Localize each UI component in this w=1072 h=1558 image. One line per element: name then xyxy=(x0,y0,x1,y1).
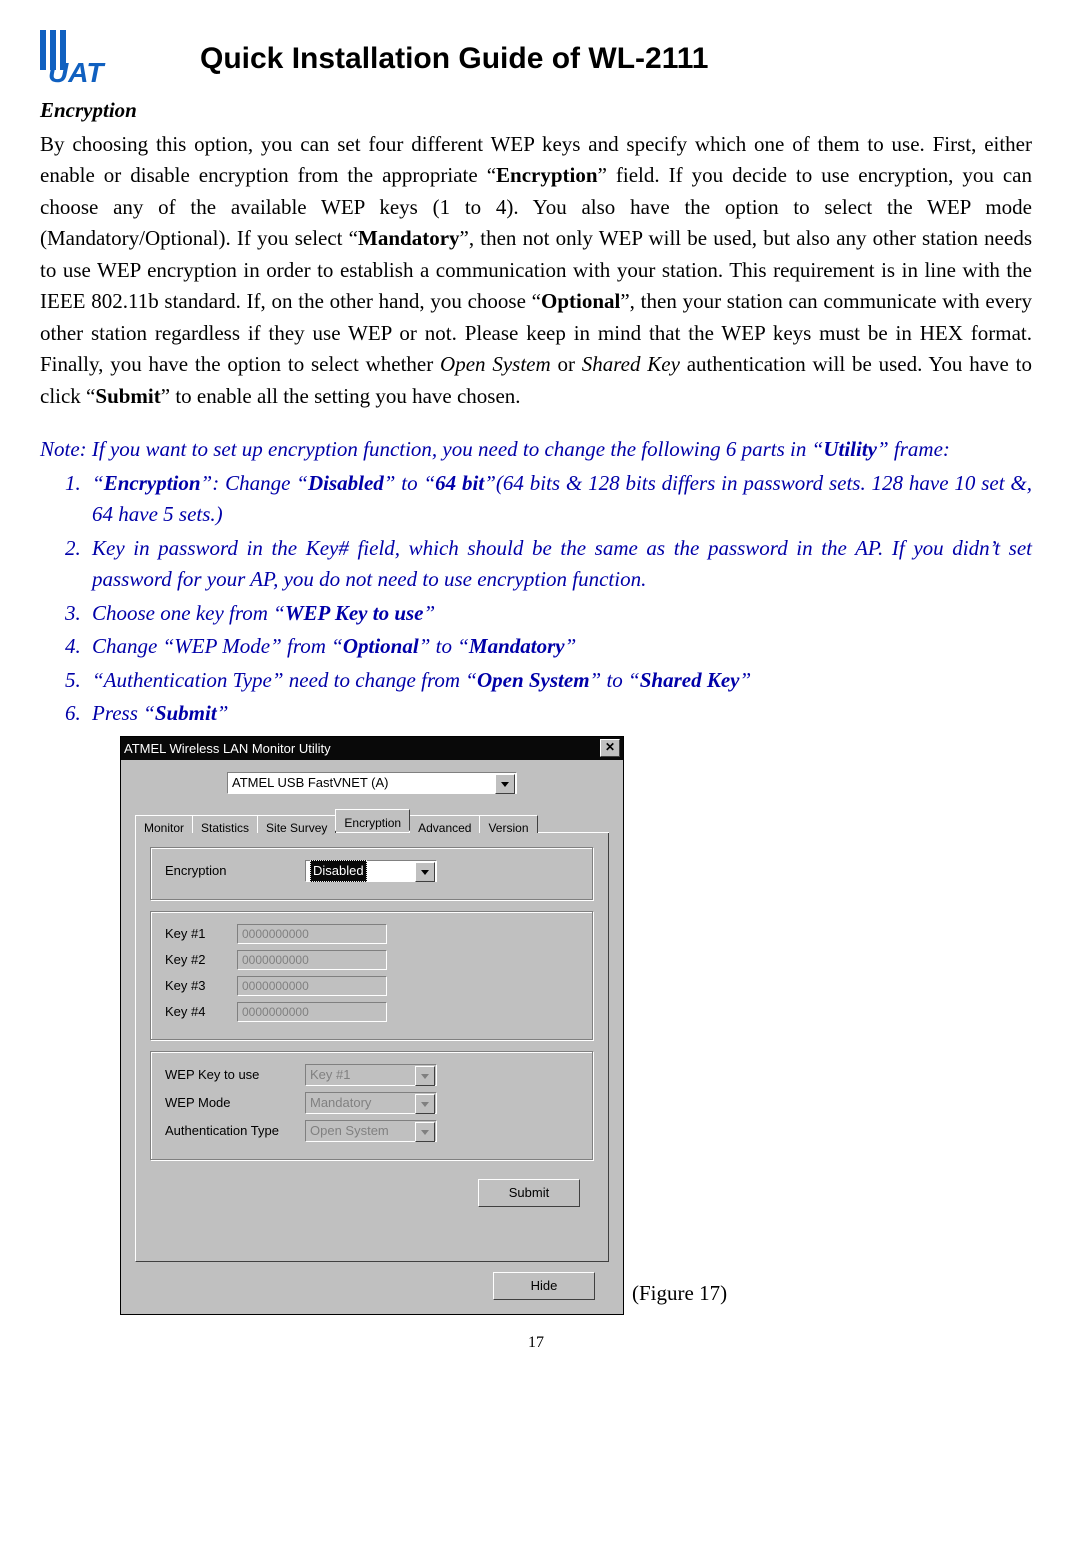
dialog-titlebar[interactable]: ATMEL Wireless LAN Monitor Utility ✕ xyxy=(121,737,623,761)
group-encryption: Encryption Disabled xyxy=(150,847,594,901)
note-item-2: Key in password in the Key# field, which… xyxy=(86,533,1032,596)
document-title: Quick Installation Guide of WL-2111 xyxy=(200,36,708,81)
para-text: or xyxy=(551,352,582,376)
note-list: “Encryption”: Change “Disabled” to “64 b… xyxy=(40,468,1032,730)
tab-version[interactable]: Version xyxy=(479,815,537,833)
encryption-select[interactable]: Disabled xyxy=(305,860,437,882)
key4-input[interactable]: 0000000000 xyxy=(237,1002,387,1022)
auth-type-value: Open System xyxy=(310,1121,389,1141)
wep-mode-value: Mandatory xyxy=(310,1093,371,1113)
note-intro-utility: Utility xyxy=(823,437,877,461)
chevron-down-icon[interactable] xyxy=(415,1094,435,1114)
wep-key-select[interactable]: Key #1 xyxy=(305,1064,437,1086)
page-number: 17 xyxy=(40,1331,1032,1355)
note-item-3: Choose one key from “WEP Key to use” xyxy=(86,598,1032,630)
wep-mode-label: WEP Mode xyxy=(165,1093,305,1113)
tab-bar: Monitor Statistics Site Survey Encryptio… xyxy=(135,808,609,833)
note-item-6: Press “Submit” xyxy=(86,698,1032,730)
key3-label: Key #3 xyxy=(165,976,237,996)
key1-input[interactable]: 0000000000 xyxy=(237,924,387,944)
tab-advanced[interactable]: Advanced xyxy=(409,815,480,833)
tab-site-survey[interactable]: Site Survey xyxy=(257,815,336,833)
para-italic-opensystem: Open System xyxy=(440,352,551,376)
figure-caption: (Figure 17) xyxy=(632,1278,727,1316)
figure-17-row: ATMEL Wireless LAN Monitor Utility ✕ ATM… xyxy=(120,736,1032,1316)
key2-input[interactable]: 0000000000 xyxy=(237,950,387,970)
note-intro-text: ” frame: xyxy=(877,437,950,461)
dialog-body: ATMEL USB FastVNET (A) Monitor Statistic… xyxy=(121,760,623,1314)
encryption-paragraph: By choosing this option, you can set fou… xyxy=(40,129,1032,413)
tab-statistics[interactable]: Statistics xyxy=(192,815,258,833)
chevron-down-icon[interactable] xyxy=(415,1066,435,1086)
close-icon[interactable]: ✕ xyxy=(600,739,620,757)
tab-monitor[interactable]: Monitor xyxy=(135,815,193,833)
para-bold-optional: Optional xyxy=(541,289,620,313)
tab-page-encryption: Encryption Disabled Key #1 0000000000 Ke… xyxy=(135,832,609,1262)
wep-key-value: Key #1 xyxy=(310,1065,350,1085)
note-intro: Note: If you want to set up encryption f… xyxy=(40,434,1032,466)
wep-mode-select[interactable]: Mandatory xyxy=(305,1092,437,1114)
group-keys: Key #1 0000000000 Key #2 0000000000 Key … xyxy=(150,911,594,1041)
note-item-5: “Authentication Type” need to change fro… xyxy=(86,665,1032,697)
para-bold-encryption: Encryption xyxy=(496,163,598,187)
note-item-1: “Encryption”: Change “Disabled” to “64 b… xyxy=(86,468,1032,531)
group-wep-settings: WEP Key to use Key #1 WEP Mode Mandatory xyxy=(150,1051,594,1161)
tab-encryption[interactable]: Encryption xyxy=(335,809,410,831)
chevron-down-icon[interactable] xyxy=(415,1122,435,1142)
key3-input[interactable]: 0000000000 xyxy=(237,976,387,996)
section-heading-encryption: Encryption xyxy=(40,95,1032,127)
uat-logo: UAT xyxy=(40,30,140,85)
para-text: ” to enable all the setting you have cho… xyxy=(161,384,521,408)
chevron-down-icon[interactable] xyxy=(415,862,435,882)
key4-label: Key #4 xyxy=(165,1002,237,1022)
wep-key-label: WEP Key to use xyxy=(165,1065,305,1085)
chevron-down-icon[interactable] xyxy=(495,774,515,794)
auth-type-select[interactable]: Open System xyxy=(305,1120,437,1142)
key2-label: Key #2 xyxy=(165,950,237,970)
para-italic-sharedkey: Shared Key xyxy=(582,352,680,376)
encryption-label: Encryption xyxy=(165,861,305,881)
auth-type-label: Authentication Type xyxy=(165,1121,305,1141)
para-bold-submit: Submit xyxy=(95,384,160,408)
atmel-utility-dialog: ATMEL Wireless LAN Monitor Utility ✕ ATM… xyxy=(120,736,624,1316)
hide-button[interactable]: Hide xyxy=(493,1272,595,1300)
adapter-select[interactable]: ATMEL USB FastVNET (A) xyxy=(227,772,517,794)
key1-label: Key #1 xyxy=(165,924,237,944)
note-item-4: Change “WEP Mode” from “Optional” to “Ma… xyxy=(86,631,1032,663)
para-bold-mandatory: Mandatory xyxy=(358,226,460,250)
note-intro-text: Note: If you want to set up encryption f… xyxy=(40,437,823,461)
adapter-value: ATMEL USB FastVNET (A) xyxy=(232,773,389,793)
encryption-value: Disabled xyxy=(310,860,367,882)
dialog-title: ATMEL Wireless LAN Monitor Utility xyxy=(124,739,331,759)
page-header: UAT Quick Installation Guide of WL-2111 xyxy=(40,30,1032,85)
submit-button[interactable]: Submit xyxy=(478,1179,580,1207)
svg-text:UAT: UAT xyxy=(48,57,106,85)
